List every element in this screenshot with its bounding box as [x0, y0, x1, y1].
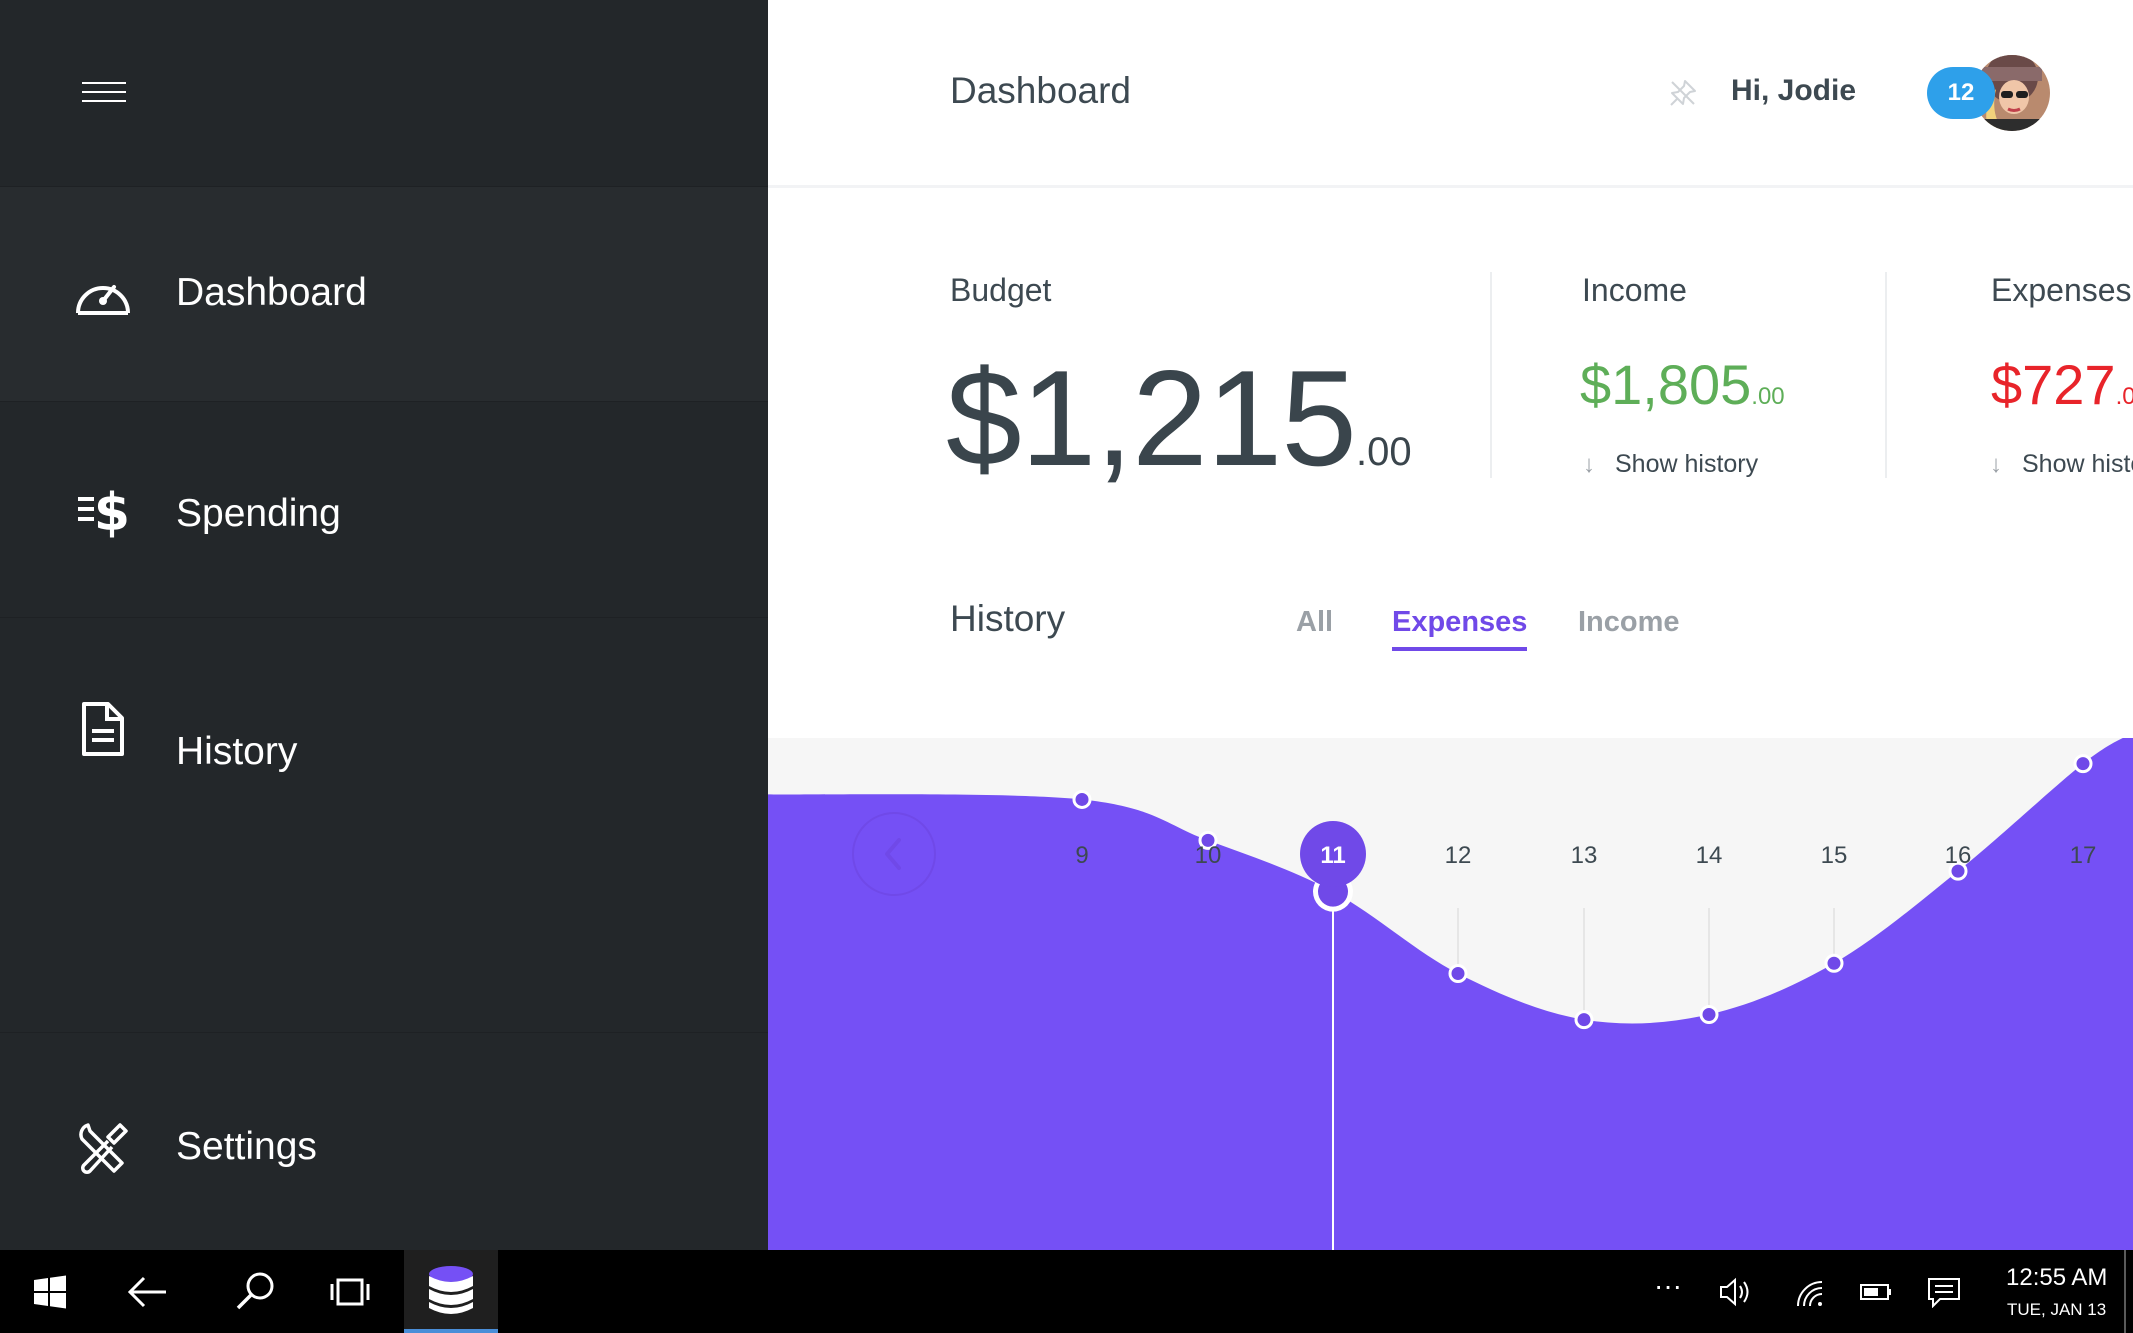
back-arrow-icon[interactable] [124, 1268, 172, 1316]
sidebar-item-label: History [176, 730, 298, 773]
dollar-speed-icon: $ [78, 483, 130, 540]
day-label[interactable]: 14 [1696, 842, 1723, 869]
expenses-amount: $727.00 [1991, 352, 2133, 417]
taskbar-clock-date[interactable]: TUE, JAN 13 [2007, 1300, 2106, 1320]
budget-label: Budget [950, 272, 1052, 308]
income-dollars: $1,805 [1580, 353, 1752, 416]
battery-icon[interactable] [1858, 1276, 1894, 1308]
tab-all[interactable]: All [1296, 606, 1333, 639]
expenses-cents: .00 [2115, 383, 2133, 410]
sidebar-item-settings[interactable]: Settings [0, 1032, 768, 1250]
page-title: Dashboard [950, 70, 1132, 111]
divider [1490, 272, 1492, 478]
sidebar: Dashboard $ Spending History Settings [0, 0, 768, 1250]
task-view-icon[interactable] [326, 1268, 374, 1316]
divider [1885, 272, 1887, 478]
taskbar-app-database[interactable] [404, 1250, 498, 1333]
windows-start-icon[interactable] [26, 1268, 74, 1316]
wifi-icon[interactable] [1792, 1276, 1828, 1308]
speedometer-icon [76, 285, 130, 315]
history-chart: 9 10 11 12 13 14 15 16 17 [768, 738, 2133, 1250]
income-label: Income [1582, 272, 1687, 308]
budget-dollars: $1,215 [946, 342, 1357, 494]
show-history-label: Show history [2022, 450, 2133, 478]
sidebar-item-history[interactable]: History [0, 618, 768, 818]
database-icon [429, 1266, 473, 1314]
taskbar-clock-time[interactable]: 12:55 AM [2006, 1264, 2107, 1292]
taskbar: ··· [0, 1250, 2133, 1333]
sidebar-header [0, 0, 768, 186]
budget-cents: .00 [1355, 430, 1412, 474]
income-cents: .00 [1751, 383, 1785, 410]
tab-income[interactable]: Income [1578, 606, 1680, 639]
arrow-down-icon: ↓ [1583, 451, 1595, 478]
expenses-label: Expenses [1991, 272, 2132, 308]
day-label[interactable]: 13 [1571, 842, 1598, 869]
search-icon[interactable] [232, 1268, 280, 1316]
sidebar-item-spending[interactable]: $ Spending [0, 402, 768, 618]
chart-point[interactable] [1699, 1004, 1719, 1024]
show-desktop-button[interactable] [2124, 1250, 2126, 1333]
tab-expenses[interactable]: Expenses [1392, 606, 1528, 651]
chart-point[interactable] [2073, 754, 2093, 774]
hamburger-menu-icon[interactable] [82, 82, 126, 104]
svg-text:$: $ [94, 483, 130, 540]
main-content: Dashboard Hi, Jodie 12 Budget $1,215.00 … [768, 0, 2133, 1250]
expenses-dollars: $727 [1991, 353, 2116, 416]
day-label[interactable]: 16 [1945, 842, 1972, 869]
chart-point[interactable] [1072, 789, 1092, 809]
chart-point[interactable] [1824, 953, 1844, 973]
day-label[interactable]: 15 [1821, 842, 1848, 869]
volume-icon[interactable] [1718, 1276, 1754, 1308]
budget-amount: $1,215.00 [946, 340, 1412, 496]
expenses-show-history-link[interactable]: ↓ Show history [1990, 450, 2133, 479]
pin-icon[interactable] [1668, 78, 1698, 108]
sidebar-item-label: Spending [176, 492, 341, 535]
chart-area-fill [768, 738, 2133, 1250]
expense-area-chart: 9 10 11 12 13 14 15 16 17 [768, 738, 2133, 1250]
sidebar-item-label: Settings [176, 1125, 317, 1168]
action-center-icon[interactable] [1926, 1276, 1962, 1308]
wrench-screwdriver-icon [79, 1123, 128, 1174]
day-label[interactable]: 17 [2070, 842, 2097, 869]
overflow-icon[interactable]: ··· [1650, 1272, 1686, 1308]
user-greeting: Hi, Jodie [1731, 74, 1857, 107]
day-label[interactable]: 10 [1195, 842, 1222, 869]
chart-point[interactable] [1574, 1010, 1594, 1030]
document-icon [82, 702, 124, 756]
arrow-down-icon: ↓ [1990, 451, 2002, 478]
day-label[interactable]: 11 [1320, 842, 1345, 869]
income-show-history-link[interactable]: ↓ Show history [1583, 450, 1758, 479]
show-history-label: Show history [1615, 450, 1759, 478]
top-header: Dashboard Hi, Jodie 12 [768, 0, 2133, 188]
day-label[interactable]: 12 [1445, 842, 1472, 869]
sidebar-item-dashboard[interactable]: Dashboard [0, 186, 768, 402]
history-title: History [950, 598, 1066, 639]
income-amount: $1,805.00 [1580, 352, 1785, 417]
day-label[interactable]: 9 [1075, 842, 1088, 869]
sidebar-item-label: Dashboard [176, 271, 367, 314]
chart-point[interactable] [1448, 964, 1468, 984]
notification-badge[interactable]: 12 [1927, 67, 1995, 119]
